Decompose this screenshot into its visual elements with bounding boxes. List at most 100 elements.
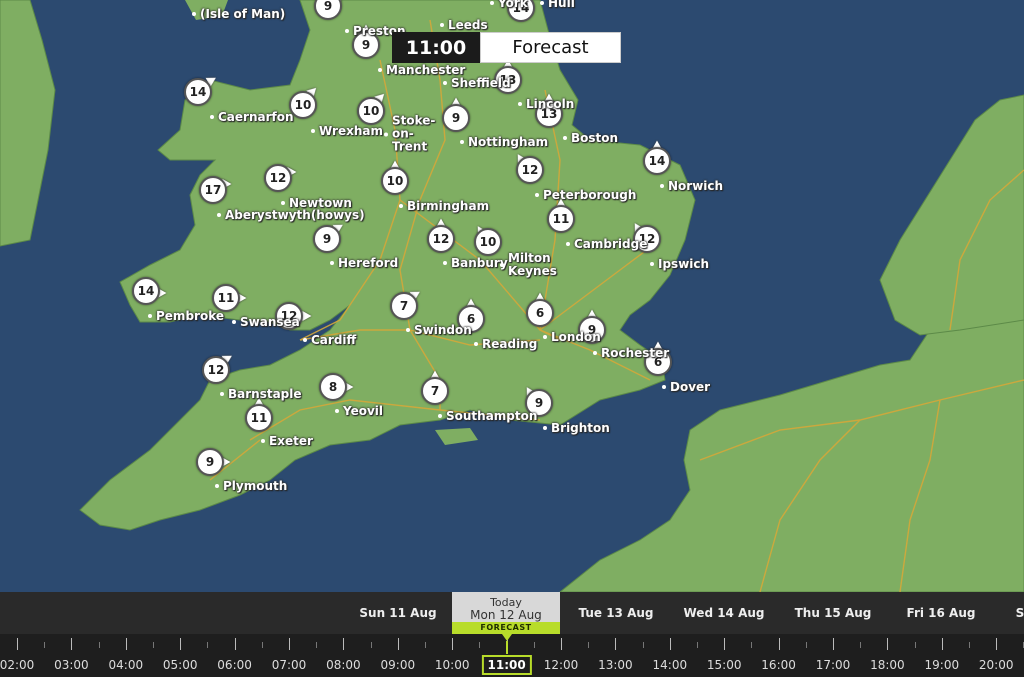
city-marker[interactable]: Banbury bbox=[443, 256, 508, 270]
timeline-hour[interactable]: 06:00 bbox=[217, 658, 252, 672]
city-marker[interactable]: Nottingham bbox=[460, 135, 548, 149]
timeline-hour[interactable]: 17:00 bbox=[816, 658, 851, 672]
city-name: Peterborough bbox=[543, 188, 637, 202]
city-marker[interactable]: Leeds bbox=[440, 18, 488, 32]
city-marker[interactable]: Swansea bbox=[232, 315, 300, 329]
timeline-hour[interactable]: 16:00 bbox=[761, 658, 796, 672]
timeline-hour[interactable]: 05:00 bbox=[163, 658, 198, 672]
city-marker[interactable]: London bbox=[543, 330, 601, 344]
city-marker[interactable]: Plymouth bbox=[215, 479, 287, 493]
city-marker[interactable]: Aberystwyth(howys) bbox=[217, 208, 365, 222]
temperature-pin[interactable]: 12 bbox=[264, 164, 292, 192]
day-sat-17[interactable]: S bbox=[1016, 592, 1024, 634]
city-marker[interactable]: Wrexham bbox=[311, 124, 383, 138]
timeline-hour[interactable]: 09:00 bbox=[381, 658, 416, 672]
temperature-pin[interactable]: 12 bbox=[516, 156, 544, 184]
city-dot-icon bbox=[261, 439, 265, 443]
city-marker[interactable]: Reading bbox=[474, 337, 537, 351]
temperature-pin[interactable]: 17 bbox=[199, 176, 227, 204]
timeline-hour[interactable]: 20:00 bbox=[979, 658, 1014, 672]
temperature-pin[interactable]: 10 bbox=[357, 97, 385, 125]
city-marker[interactable]: Milton Keynes bbox=[500, 252, 557, 278]
timeline-tick bbox=[561, 638, 562, 650]
city-dot-icon bbox=[460, 140, 464, 144]
temperature-pin[interactable]: 14 bbox=[643, 147, 671, 175]
city-marker[interactable]: Rochester bbox=[593, 346, 669, 360]
timeline-hour[interactable]: 14:00 bbox=[653, 658, 688, 672]
timeline-handle[interactable] bbox=[502, 634, 512, 641]
city-marker[interactable]: Hull bbox=[540, 0, 575, 10]
day-sun-11[interactable]: Sun 11 Aug bbox=[359, 592, 436, 634]
timeline-hour[interactable]: 13:00 bbox=[598, 658, 633, 672]
temperature-pin[interactable]: 11 bbox=[212, 284, 240, 312]
current-hour[interactable]: 11:00 bbox=[481, 655, 532, 675]
timeline-tick bbox=[261, 642, 263, 648]
city-marker[interactable]: York bbox=[490, 0, 528, 10]
day-wed-14[interactable]: Wed 14 Aug bbox=[683, 592, 764, 634]
city-marker[interactable]: Manchester bbox=[378, 63, 465, 77]
city-marker[interactable]: Swindon bbox=[406, 323, 472, 337]
temperature-pin[interactable]: 7 bbox=[421, 377, 449, 405]
city-marker[interactable]: Exeter bbox=[261, 434, 313, 448]
city-marker[interactable]: Peterborough bbox=[535, 188, 636, 202]
city-marker[interactable]: Hereford bbox=[330, 256, 398, 270]
day-tue-13[interactable]: Tue 13 Aug bbox=[578, 592, 653, 634]
city-marker[interactable]: Boston bbox=[563, 131, 618, 145]
timeline-hour[interactable]: 03:00 bbox=[54, 658, 89, 672]
timeline-hour[interactable]: 12:00 bbox=[544, 658, 579, 672]
timeline-tick bbox=[44, 642, 46, 648]
city-marker[interactable]: Norwich bbox=[660, 179, 723, 193]
day-today[interactable]: Today Mon 12 Aug FORECAST bbox=[452, 592, 560, 634]
city-name: Lincoln bbox=[526, 97, 575, 111]
temperature-pin[interactable]: 8 bbox=[319, 373, 347, 401]
city-marker[interactable]: Brighton bbox=[543, 421, 610, 435]
temperature-pin[interactable]: 12 bbox=[202, 356, 230, 384]
city-marker[interactable]: Dover bbox=[662, 380, 710, 394]
timeline-tick bbox=[98, 642, 100, 648]
timeline-hour[interactable]: 04:00 bbox=[109, 658, 144, 672]
city-marker[interactable]: Sheffield bbox=[443, 76, 511, 90]
city-marker[interactable]: (Isle of Man) bbox=[192, 7, 285, 21]
city-marker[interactable]: Caernarfon bbox=[210, 110, 294, 124]
temperature-pin[interactable]: 7 bbox=[390, 292, 418, 320]
city-marker[interactable]: Lincoln bbox=[518, 97, 574, 111]
hour-row[interactable]: 02:00 03:00 04:00 05:00 06:00 07:00 08:00 09:00… bbox=[0, 634, 1024, 677]
city-marker[interactable]: Cardiff bbox=[303, 333, 356, 347]
wind-direction-icon bbox=[302, 311, 312, 321]
timeline-tick bbox=[234, 638, 236, 650]
timeline-hour[interactable]: 07:00 bbox=[272, 658, 307, 672]
temperature-pin[interactable]: 10 bbox=[381, 167, 409, 195]
day-thu-15[interactable]: Thu 15 Aug bbox=[795, 592, 872, 634]
timeline-hour[interactable]: 10:00 bbox=[435, 658, 470, 672]
day-fri-16[interactable]: Fri 16 Aug bbox=[907, 592, 976, 634]
temperature-pin[interactable]: 10 bbox=[474, 228, 502, 256]
temperature-pin[interactable]: 11 bbox=[547, 205, 575, 233]
timeline-bar[interactable]: Sun 11 Aug Today Mon 12 Aug FORECAST Tue… bbox=[0, 592, 1024, 677]
temperature-pin[interactable]: 9 bbox=[313, 225, 341, 253]
timeline-hour[interactable]: 18:00 bbox=[870, 658, 905, 672]
timeline-hour[interactable]: 08:00 bbox=[326, 658, 361, 672]
temperature-pin[interactable]: 14 bbox=[132, 277, 160, 305]
temperature-pin[interactable]: 9 bbox=[442, 104, 470, 132]
timeline-tick bbox=[207, 642, 209, 648]
temperature-pin[interactable]: 14 bbox=[184, 78, 212, 106]
city-dot-icon bbox=[474, 342, 478, 346]
city-marker[interactable]: Yeovil bbox=[335, 404, 383, 418]
city-dot-icon bbox=[518, 102, 522, 106]
city-marker[interactable]: Ipswich bbox=[650, 257, 709, 271]
city-marker[interactable]: Birmingham bbox=[399, 199, 489, 213]
timeline-hour[interactable]: 02:00 bbox=[0, 658, 34, 672]
city-marker[interactable]: Cambridge bbox=[566, 237, 647, 251]
city-marker[interactable]: Southampton bbox=[438, 409, 537, 423]
city-dot-icon bbox=[443, 261, 447, 265]
timeline-hour[interactable]: 19:00 bbox=[925, 658, 960, 672]
temperature-pin[interactable]: 6 bbox=[526, 299, 554, 327]
temperature-pin[interactable]: 12 bbox=[427, 225, 455, 253]
timeline-hour[interactable]: 15:00 bbox=[707, 658, 742, 672]
temperature-pin[interactable]: 11 bbox=[245, 404, 273, 432]
city-marker[interactable]: Barnstaple bbox=[220, 387, 302, 401]
city-marker[interactable]: Stoke- on- Trent bbox=[384, 114, 435, 154]
temperature-pin[interactable]: 9 bbox=[196, 448, 224, 476]
city-dot-icon bbox=[399, 204, 403, 208]
city-marker[interactable]: Pembroke bbox=[148, 309, 224, 323]
